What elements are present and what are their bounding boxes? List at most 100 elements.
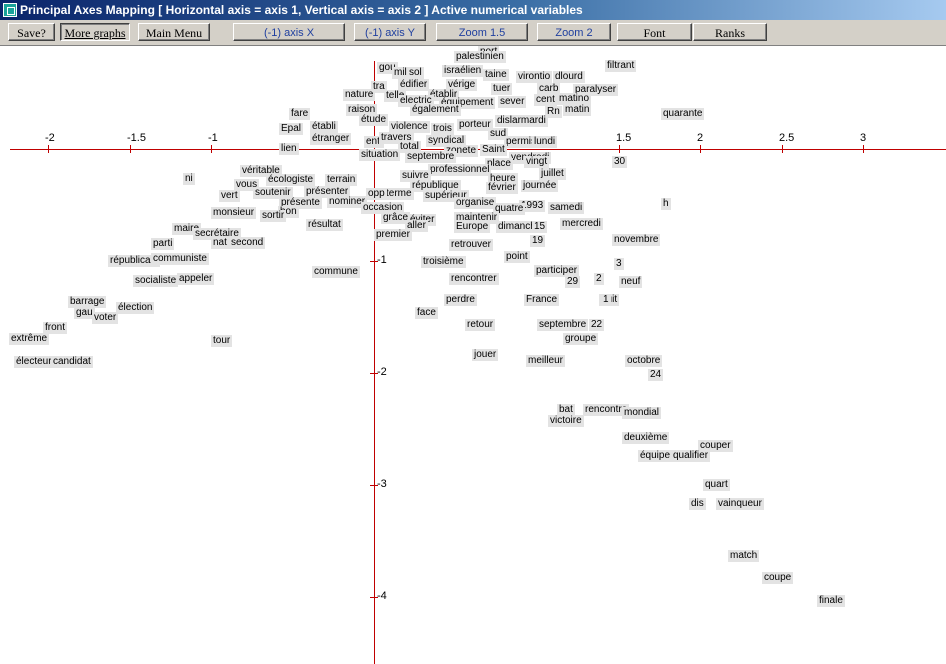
zoom-2-button[interactable]: Zoom 2 [537, 23, 611, 41]
variable-label[interactable]: face [415, 307, 438, 319]
variable-label[interactable]: 3 [614, 258, 624, 270]
variable-label[interactable]: samedi [548, 202, 585, 214]
variable-label[interactable]: 15 [532, 221, 548, 233]
variable-label[interactable]: journée [521, 180, 559, 192]
variable-label[interactable]: sortir [260, 210, 287, 222]
variable-label[interactable]: meilleur [526, 355, 566, 367]
variable-label[interactable]: dlourd [553, 71, 585, 83]
variable-label[interactable]: novembre [612, 234, 661, 246]
variable-label[interactable]: 30 [612, 156, 628, 168]
variable-label[interactable]: vert [219, 190, 240, 202]
variable-label[interactable]: deuxième [622, 432, 670, 444]
variable-label[interactable]: tour [211, 335, 233, 347]
variable-label[interactable]: rencontrer [449, 273, 499, 285]
variable-label[interactable]: septembre [405, 151, 457, 163]
variable-label[interactable]: résultat [306, 219, 343, 231]
variable-label[interactable]: situation [359, 149, 401, 161]
variable-label[interactable]: Saint [480, 144, 507, 156]
variable-label[interactable]: dislarmardi [495, 115, 548, 127]
variable-label[interactable]: terme [384, 188, 414, 200]
variable-label[interactable]: établi [310, 121, 338, 133]
variable-label[interactable]: élection [116, 302, 155, 314]
font-button[interactable]: Font [617, 23, 692, 41]
variable-label[interactable]: virontio [516, 71, 553, 83]
variable-label[interactable]: 2 [594, 273, 604, 285]
variable-label[interactable]: 24 [648, 369, 664, 381]
variable-label[interactable]: ni [183, 173, 195, 185]
variable-label[interactable]: lundi [532, 136, 558, 148]
variable-label[interactable]: lien [279, 143, 299, 155]
variable-label[interactable]: nat [211, 237, 229, 249]
variable-label[interactable]: trois [431, 123, 454, 135]
variable-label[interactable]: équipe [638, 450, 673, 462]
variable-label[interactable]: communiste [151, 253, 209, 265]
variable-label[interactable]: sever [498, 96, 527, 108]
variable-label[interactable]: commune [312, 266, 360, 278]
zoom-1-5-button[interactable]: Zoom 1.5 [436, 23, 528, 41]
ranks-button[interactable]: Ranks [693, 23, 767, 41]
variable-label[interactable]: nature [343, 89, 376, 101]
variable-label[interactable]: coupe [762, 572, 794, 584]
variable-label[interactable]: filtrant [605, 60, 637, 72]
variable-label[interactable]: France [524, 294, 560, 306]
variable-label[interactable]: vainqueur [716, 498, 764, 510]
variable-label[interactable]: juillet [539, 168, 566, 180]
variable-label[interactable]: octobre [625, 355, 663, 367]
variable-label[interactable]: Epal [279, 123, 304, 135]
variable-label[interactable]: groupe [563, 333, 599, 345]
main-menu-button[interactable]: Main Menu [138, 23, 210, 41]
flip-x-axis-button[interactable]: (-1) axis X [233, 23, 345, 41]
variable-label[interactable]: match [728, 550, 760, 562]
variable-label[interactable]: opp [366, 188, 387, 200]
variable-label[interactable]: second [229, 237, 266, 249]
variable-label[interactable]: israélien [442, 65, 484, 77]
variable-label[interactable]: dis [689, 498, 706, 510]
variable-label[interactable]: mercredi [560, 218, 603, 230]
variable-label[interactable]: quart [703, 479, 730, 491]
variable-label[interactable]: parti [151, 238, 175, 250]
variable-label[interactable]: finale [817, 595, 845, 607]
variable-label[interactable]: socialiste [133, 275, 179, 287]
variable-label[interactable]: mondial [622, 407, 662, 419]
flip-y-axis-button[interactable]: (-1) axis Y [354, 23, 426, 41]
more-graphs-button[interactable]: More graphs [60, 23, 130, 41]
variable-label[interactable]: matin [563, 104, 592, 116]
variable-label[interactable]: 22 [589, 319, 605, 331]
variable-label[interactable]: étranger [310, 133, 352, 145]
variable-label[interactable]: perdre [444, 294, 477, 306]
variable-label[interactable]: fare [289, 108, 311, 120]
variable-label[interactable]: étude [359, 114, 389, 126]
variable-label[interactable]: terrain [325, 174, 358, 186]
variable-label[interactable]: appeler [177, 273, 215, 285]
variable-label[interactable]: monsieur [211, 207, 257, 219]
variable-label[interactable]: vingt [524, 156, 550, 168]
variable-label[interactable]: 29 [565, 276, 581, 288]
variable-label[interactable]: également [410, 104, 461, 116]
variable-label[interactable]: retrouver [449, 239, 494, 251]
variable-label[interactable]: retour [465, 319, 496, 331]
save-button[interactable]: Save? [8, 23, 55, 41]
variable-label[interactable]: premier [374, 229, 412, 241]
variable-label[interactable]: voter [92, 312, 119, 324]
variable-label[interactable]: 19 [530, 235, 546, 247]
variable-label[interactable]: palestinien [454, 51, 506, 63]
variable-label[interactable]: jouer [472, 349, 499, 361]
variable-label[interactable]: 1 [601, 294, 611, 306]
variable-label[interactable]: troisième [421, 256, 466, 268]
variable-label[interactable]: victoire [548, 415, 584, 427]
variable-label[interactable]: février [486, 182, 518, 194]
variable-label[interactable]: organise [454, 197, 497, 209]
variable-label[interactable]: Europe [454, 221, 491, 233]
variable-label[interactable]: neuf [619, 276, 643, 288]
variable-label[interactable]: extrême [9, 333, 50, 345]
variable-label[interactable]: h [661, 198, 671, 210]
variable-label[interactable]: candidat [51, 356, 93, 368]
variable-label[interactable]: point [504, 251, 530, 263]
variable-label[interactable]: électeur [14, 356, 54, 368]
variable-label[interactable]: quarante [661, 108, 705, 120]
variable-label[interactable]: professionnel [428, 164, 492, 176]
variable-label[interactable]: tuer [491, 83, 513, 95]
variable-label[interactable]: sol [407, 67, 424, 79]
variable-label[interactable]: cent [534, 94, 557, 106]
variable-label[interactable]: taine [483, 69, 509, 81]
